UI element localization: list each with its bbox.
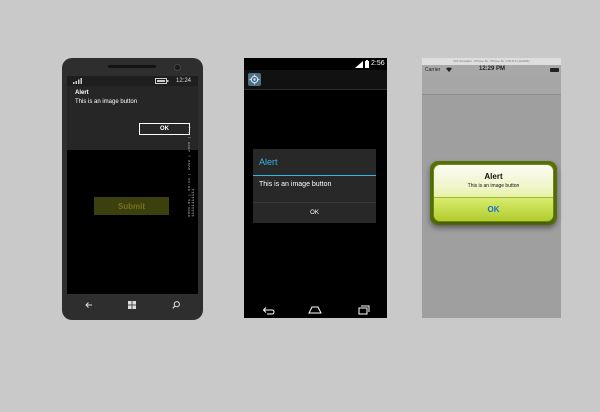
search-icon[interactable]	[171, 300, 181, 310]
alert-message: This is an image button	[467, 183, 520, 189]
navigation-bar	[422, 75, 561, 95]
gear-icon	[249, 74, 260, 85]
speaker-grille	[108, 65, 156, 68]
carrier-label: Carrier	[425, 67, 441, 73]
camera-icon	[174, 64, 181, 71]
simulator-titlebar: iOS Simulator - iPhone 5s - iPhone 5s / …	[422, 58, 561, 65]
alert-title: Alert	[484, 172, 503, 181]
battery-icon	[550, 68, 559, 72]
status-time: 12:29 PM	[479, 66, 506, 72]
status-bar: 12:24	[67, 76, 198, 86]
app-icon[interactable]	[248, 73, 261, 86]
status-bar: Carrier 12:29 PM	[422, 65, 561, 75]
signal-icon	[73, 78, 82, 84]
alert-title: Alert	[259, 157, 278, 167]
alert-message: This is an image button	[259, 181, 332, 188]
battery-icon	[155, 78, 169, 84]
windows-logo-icon[interactable]	[127, 300, 137, 310]
back-icon[interactable]	[261, 305, 275, 315]
navigation-bar	[244, 302, 387, 318]
hardware-nav-bar	[67, 294, 198, 316]
recent-apps-icon[interactable]	[356, 305, 370, 315]
submit-image-button[interactable]: Submit	[94, 197, 169, 215]
alert-dialog: Alert This is an image button OK	[253, 149, 376, 223]
ok-button[interactable]: OK	[253, 203, 376, 223]
alert-dialog: Alert This is an image button OK	[434, 165, 553, 221]
home-icon[interactable]	[308, 305, 323, 315]
status-time: 12:24	[176, 78, 192, 84]
windows-phone-screen: 12:24 Alert This is an image button OK 0…	[67, 76, 198, 294]
signal-icon	[355, 61, 363, 68]
back-arrow-icon[interactable]	[84, 300, 94, 310]
title-divider	[253, 175, 376, 176]
ios-simulator: iOS Simulator - iPhone 5s - iPhone 5s / …	[422, 58, 561, 318]
android-device: 2:56 Alert This is an image button OK	[244, 58, 387, 318]
action-bar	[244, 70, 387, 90]
alert-title: Alert	[75, 90, 89, 96]
debug-frame-counter: 0001-01 | 08:14 | 3999 | 2000 | 1 | 1111…	[188, 125, 195, 217]
alert-message: This is an image button	[75, 99, 138, 105]
wifi-icon	[446, 67, 452, 72]
alert-dialog: Alert This is an image button OK	[67, 86, 198, 150]
battery-icon	[365, 60, 369, 68]
status-bar: 2:56	[244, 58, 387, 70]
ok-button[interactable]: OK	[139, 123, 190, 135]
windows-phone-device: 12:24 Alert This is an image button OK 0…	[62, 58, 203, 320]
ok-button[interactable]: OK	[434, 198, 553, 221]
status-time: 2:56	[371, 60, 385, 67]
